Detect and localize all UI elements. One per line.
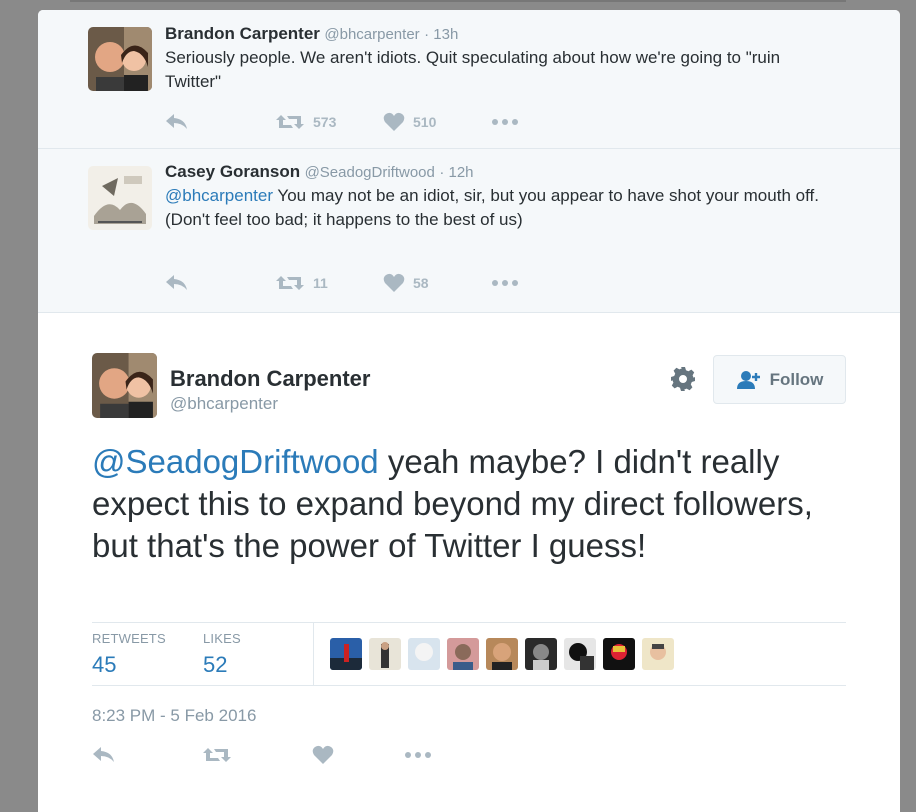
liker-avatar[interactable] [486,638,518,670]
follow-button[interactable]: Follow [713,355,846,404]
mention-link[interactable]: @bhcarpenter [165,186,273,205]
like-count: 510 [413,114,437,130]
tweet-text: @SeadogDriftwood yeah maybe? I didn't re… [92,441,862,567]
like-count: 58 [413,275,429,291]
heart-icon [312,745,334,764]
stats-divider [313,623,314,685]
like-button[interactable]: 510 [383,112,491,132]
more-dots-icon [492,119,518,125]
retweet-icon [276,115,304,129]
author-handle[interactable]: @bhcarpenter [324,26,419,43]
tweet-actions [92,745,432,765]
liker-avatar[interactable] [564,638,596,670]
tweet-text: @bhcarpenter You may not be an idiot, si… [165,184,840,232]
reply-icon [166,275,187,290]
like-button[interactable] [312,745,404,765]
more-button[interactable] [491,118,519,126]
tweet-text-body: You may not be an idiot, sir, but you ap… [273,186,819,205]
liker-avatar[interactable] [408,638,440,670]
author-handle[interactable]: @SeadogDriftwood [305,164,435,181]
ancestor-tweet[interactable]: Brandon Carpenter @bhcarpenter · 13h Ser… [38,10,900,149]
retweet-icon [276,276,304,290]
tweet-actions: 11 58 [165,271,519,295]
ancestor-tweet[interactable]: Casey Goranson @SeadogDriftwood · 12h @b… [38,149,900,313]
heart-icon [383,112,405,131]
likes-label: LIKES [203,631,241,646]
avatar[interactable] [88,166,152,230]
backdrop-divider [70,0,846,2]
likes-count: 52 [203,652,228,677]
more-dots-icon [405,752,431,758]
tweet-timestamp: 8:23 PM - 5 Feb 2016 [92,706,257,725]
liker-avatar[interactable] [525,638,557,670]
retweet-button[interactable]: 11 [275,274,383,292]
retweet-button[interactable] [202,746,312,764]
liker-avatar[interactable] [330,638,362,670]
liker-avatar[interactable] [447,638,479,670]
retweet-button[interactable]: 573 [275,113,383,131]
avatar[interactable] [88,27,152,91]
liker-avatar[interactable] [369,638,401,670]
reply-icon [93,747,114,762]
author-fullname[interactable]: Casey Goranson [165,162,300,181]
tweet-permalink-modal: Brandon Carpenter @bhcarpenter · 13h Ser… [38,10,900,812]
liker-avatar[interactable] [603,638,635,670]
add-user-icon [736,370,760,389]
follow-label: Follow [769,369,824,389]
more-button[interactable] [404,751,432,759]
retweet-icon [203,748,231,762]
retweets-label: RETWEETS [92,631,166,646]
author-fullname[interactable]: Brandon Carpenter [170,366,370,392]
mention-link[interactable]: @SeadogDriftwood [92,443,379,480]
settings-gear-button[interactable] [670,366,696,392]
more-dots-icon [492,280,518,286]
retweet-count: 11 [313,275,328,291]
author-fullname[interactable]: Brandon Carpenter [165,24,320,43]
reply-button[interactable] [165,274,275,292]
tweet-time[interactable]: · 13h [424,26,458,43]
author-handle[interactable]: @bhcarpenter [170,394,278,414]
retweets-count: 45 [92,652,117,677]
tweet-time[interactable]: · 12h [439,164,473,181]
retweet-count: 573 [313,114,337,130]
likes-stat[interactable]: LIKES 52 [203,631,241,678]
likers-avatars [330,638,674,670]
retweets-stat[interactable]: RETWEETS 45 [92,631,166,678]
tweet-stats: RETWEETS 45 LIKES 52 [92,622,846,686]
reply-icon [166,114,187,129]
reply-button[interactable] [92,746,202,764]
reply-button[interactable] [165,113,275,131]
avatar[interactable] [92,353,157,418]
tweet-actions: 573 510 [165,110,519,134]
tweet-text: Seriously people. We aren't idiots. Quit… [165,48,781,91]
like-button[interactable]: 58 [383,273,491,293]
more-button[interactable] [491,279,519,287]
liker-avatar[interactable] [642,638,674,670]
tweet-text-line2: (Don't feel too bad; it happens to the b… [165,210,523,229]
gear-icon [671,367,695,391]
heart-icon [383,273,405,292]
